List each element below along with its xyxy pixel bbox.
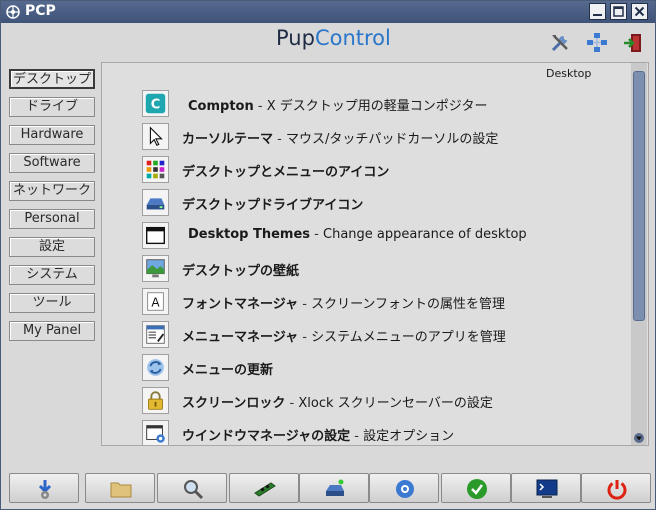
drive-mount-icon: [326, 479, 344, 496]
minimize-icon: [593, 14, 602, 16]
network-icon[interactable]: [586, 32, 608, 54]
list-item-wallpaper[interactable]: デスクトップの壁紙: [142, 255, 622, 283]
scroll-down-icon[interactable]: [633, 433, 645, 443]
check-icon: [467, 479, 487, 499]
sidebar-item-network[interactable]: ネットワーク: [9, 181, 95, 201]
lock-icon: [142, 387, 169, 414]
refresh-icon: [142, 354, 169, 381]
cursor-icon: [142, 123, 169, 150]
header: PupControl: [1, 23, 655, 63]
settings-button[interactable]: [369, 473, 439, 503]
sidebar-item-software[interactable]: Software: [9, 153, 95, 173]
item-name: フォントマネージャ: [182, 297, 299, 312]
item-description: スクリーンフォントの属性を管理: [311, 297, 506, 312]
maximize-button[interactable]: [610, 3, 627, 20]
bottom-toolbar: [1, 467, 655, 509]
memory-icon: [254, 482, 276, 497]
item-name: Compton: [188, 99, 254, 114]
item-description: 設定オプション: [363, 429, 455, 444]
terminal-icon: [536, 479, 558, 498]
item-description: Xlock スクリーンセーバーの設定: [298, 396, 493, 411]
sidebar-item-desktop[interactable]: デスクトップ: [9, 69, 95, 89]
compton-icon: C: [142, 90, 169, 117]
sidebar-item-settings[interactable]: 設定: [9, 237, 95, 257]
list-item-screen-lock[interactable]: スクリーンロック - Xlock スクリーンセーバーの設定: [142, 387, 622, 415]
power-button[interactable]: [581, 473, 651, 503]
folder-button[interactable]: [85, 473, 155, 503]
window-settings-icon: [142, 420, 169, 445]
install-icon: [38, 480, 52, 499]
settings-icon: [396, 480, 414, 498]
terminal-button[interactable]: [511, 473, 581, 503]
search-icon: [184, 480, 204, 500]
item-description: システムメニューのアプリを管理: [311, 330, 506, 345]
item-description: X デスクトップ用の軽量コンポジター: [266, 99, 488, 114]
svg-text:A: A: [151, 296, 160, 310]
list-item-menu-refresh[interactable]: メニューの更新: [142, 354, 622, 382]
sidebar-item-drive[interactable]: ドライブ: [9, 97, 95, 117]
app-window: PCP PupControl デスクトップ ドライブ Hardware Soft…: [0, 0, 656, 510]
menu-manager-icon: [142, 321, 169, 348]
list-item-menu-manager[interactable]: メニューマネージャ - システムメニューのアプリを管理: [142, 321, 622, 349]
item-description: マウス/タッチパッドカーソルの設定: [286, 132, 499, 147]
item-name: デスクトップドライブアイコン: [182, 198, 364, 213]
section-title: Desktop: [546, 67, 592, 80]
list-item-desktop-menu-icons[interactable]: デスクトップとメニューのアイコン: [142, 156, 622, 184]
item-name: メニューマネージャ: [182, 330, 299, 345]
close-icon: [634, 6, 645, 17]
minimize-button[interactable]: [589, 3, 606, 20]
brand-part2: Control: [314, 26, 391, 50]
item-description: Change appearance of desktop: [323, 227, 527, 242]
close-button[interactable]: [631, 3, 648, 20]
list-item-desktop-drive-icons[interactable]: デスクトップドライブアイコン: [142, 189, 622, 217]
list-item-font-manager[interactable]: A フォントマネージャ - スクリーンフォントの属性を管理: [142, 288, 622, 316]
sidebar-item-hardware[interactable]: Hardware: [9, 125, 95, 145]
list-item-desktop-themes[interactable]: Desktop Themes - Change appearance of de…: [142, 222, 622, 250]
search-button[interactable]: [157, 473, 227, 503]
power-icon: [607, 480, 627, 500]
list-item-compton[interactable]: C Compton - X デスクトップ用の軽量コンポジター: [142, 90, 622, 118]
item-name: デスクトップとメニューのアイコン: [182, 165, 390, 180]
apply-button[interactable]: [441, 473, 511, 503]
sidebar-item-system[interactable]: システム: [9, 265, 95, 285]
list-item-window-manager-settings[interactable]: ウインドウマネージャの設定 - 設定オプション: [142, 420, 622, 445]
install-button[interactable]: [9, 473, 79, 503]
list-item-cursor-theme[interactable]: カーソルテーマ - マウス/タッチパッドカーソルの設定: [142, 123, 622, 151]
maximize-icon: [613, 6, 624, 17]
app-brand: PupControl: [276, 26, 391, 50]
icon-grid-icon: [142, 156, 169, 183]
app-icon: [6, 5, 20, 19]
brand-part1: Pup: [276, 26, 315, 50]
drive-mount-button[interactable]: [299, 473, 369, 503]
item-name: カーソルテーマ: [182, 132, 274, 147]
item-name: スクリーンロック: [182, 396, 286, 411]
sidebar-item-personal[interactable]: Personal: [9, 209, 95, 229]
desktop-settings-panel: Desktop C Compton - X デスクトップ用の軽量コンポジター カ…: [101, 62, 649, 446]
memory-button[interactable]: [229, 473, 299, 503]
drive-icon: [142, 189, 169, 216]
vertical-scrollbar[interactable]: [631, 63, 647, 445]
tools-icon[interactable]: [549, 32, 571, 54]
title-bar[interactable]: PCP: [1, 1, 655, 23]
exit-icon[interactable]: [622, 32, 644, 54]
window-theme-icon: [142, 222, 169, 249]
item-name: ウインドウマネージャの設定: [182, 429, 351, 444]
sidebar-item-tools[interactable]: ツール: [9, 293, 95, 313]
sidebar-item-my-panel[interactable]: My Panel: [9, 321, 95, 341]
folder-icon: [110, 482, 132, 498]
item-name: メニューの更新: [182, 363, 274, 378]
window-title: PCP: [25, 3, 56, 19]
svg-text:C: C: [151, 98, 161, 113]
wallpaper-icon: [142, 255, 169, 282]
item-name: デスクトップの壁紙: [182, 264, 300, 279]
font-icon: A: [142, 288, 169, 315]
item-name: Desktop Themes: [188, 227, 311, 242]
scrollbar-thumb[interactable]: [633, 71, 645, 321]
